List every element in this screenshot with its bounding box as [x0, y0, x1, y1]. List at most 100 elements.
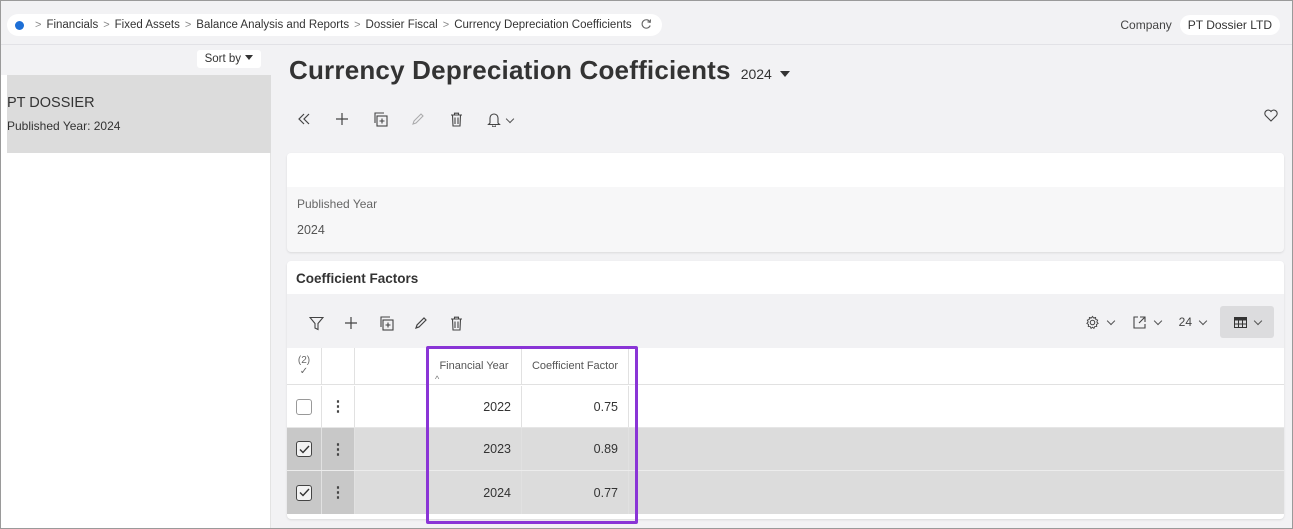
- refresh-icon[interactable]: [640, 18, 652, 33]
- check-icon: [299, 445, 310, 454]
- record-list-panel: Sort by PT DOSSIER Published Year: 2024: [1, 45, 271, 528]
- breadcrumb-fixed-assets[interactable]: Fixed Assets: [115, 19, 180, 31]
- breadcrumb-dossier-fiscal[interactable]: Dossier Fiscal: [366, 19, 438, 31]
- record-toolbar: [289, 107, 515, 131]
- new-button[interactable]: [327, 107, 357, 131]
- coefficient-factor-cell: 0.75: [522, 386, 629, 427]
- table-row[interactable]: ⋮ 2023 0.89: [287, 428, 1284, 471]
- list-item[interactable]: PT DOSSIER Published Year: 2024: [7, 75, 271, 153]
- breadcrumb-financials[interactable]: Financials: [46, 19, 98, 31]
- chevron-down-icon[interactable]: [505, 114, 515, 125]
- row-checkbox[interactable]: [287, 386, 322, 427]
- empty-cell: [629, 386, 1284, 427]
- chevron-down-icon: [1253, 316, 1262, 325]
- breadcrumb-current-page: Currency Depreciation Coefficients: [454, 19, 632, 31]
- plus-icon: [336, 113, 348, 125]
- chevron-right-icon: >: [442, 19, 450, 31]
- filter-button[interactable]: [303, 312, 329, 334]
- row-checkbox[interactable]: [287, 471, 322, 514]
- blank-cell: [355, 471, 427, 514]
- grid-toolbar: 24: [287, 294, 1284, 348]
- app-window: > Financials > Fixed Assets > Balance An…: [0, 0, 1293, 529]
- duplicate-icon: [373, 111, 388, 127]
- favorite-button[interactable]: [1264, 109, 1278, 127]
- year-value: 2024: [740, 66, 772, 82]
- empty-cell: [629, 471, 1284, 514]
- header-card-top: [287, 153, 1284, 187]
- notification-button[interactable]: [479, 107, 509, 131]
- export-icon: [1133, 315, 1146, 329]
- duplicate-icon: [379, 315, 394, 331]
- checkbox-unchecked[interactable]: [296, 398, 312, 415]
- select-all-header[interactable]: (2) ✓: [287, 348, 322, 384]
- section-title: Coefficient Factors: [296, 271, 419, 286]
- export-menu[interactable]: [1132, 315, 1162, 330]
- trash-icon: [450, 316, 462, 331]
- column-header-label: Coefficient Factor: [531, 360, 618, 372]
- empty-cell: [629, 428, 1284, 470]
- row-menu-button[interactable]: ⋮: [322, 471, 355, 514]
- chevron-down-icon: [1153, 316, 1162, 325]
- list-item-subtitle: Published Year: 2024: [7, 119, 121, 133]
- top-bar: > Financials > Fixed Assets > Balance An…: [1, 1, 1292, 45]
- sort-by-button[interactable]: Sort by: [196, 50, 261, 68]
- gear-icon: [1085, 315, 1099, 329]
- duplicate-row-button[interactable]: [373, 312, 399, 334]
- caret-down-icon: [245, 55, 253, 60]
- page-size-select[interactable]: 24: [1178, 315, 1208, 329]
- filter-icon: [308, 316, 324, 330]
- chevron-right-icon: >: [354, 19, 361, 31]
- main-content: Currency Depreciation Coefficients 2024: [271, 45, 1292, 528]
- table-header: (2) ✓ Financial Year ^ Coefficient Facto…: [287, 348, 1284, 385]
- view-mode-select[interactable]: [1220, 306, 1274, 338]
- table-row[interactable]: ⋮ 2024 0.77: [287, 471, 1284, 514]
- checkbox-checked[interactable]: [296, 484, 312, 501]
- year-selector[interactable]: 2024: [741, 66, 790, 82]
- row-menu-button[interactable]: ⋮: [322, 386, 355, 427]
- collapse-panel-button[interactable]: [289, 107, 319, 131]
- double-chevron-left-icon: [298, 113, 310, 125]
- selected-count: (2): [297, 355, 311, 366]
- sort-ascending-icon: ^: [435, 374, 440, 384]
- row-menu-button[interactable]: ⋮: [322, 428, 355, 470]
- edit-button[interactable]: [403, 107, 433, 131]
- settings-menu[interactable]: [1085, 315, 1115, 330]
- duplicate-button[interactable]: [365, 107, 395, 131]
- table-row[interactable]: ⋮ 2022 0.75: [287, 386, 1284, 428]
- column-header-financial-year[interactable]: Financial Year ^: [427, 348, 522, 384]
- page-size-value: 24: [1178, 315, 1192, 329]
- company-selector[interactable]: Company PT Dossier LTD: [1120, 15, 1280, 35]
- add-row-button[interactable]: [338, 312, 364, 334]
- table-view-icon: [1233, 316, 1247, 328]
- coefficient-factor-cell: 0.77: [522, 471, 629, 514]
- coefficient-factors-card: Coefficient Factors 24 (2) ✓ Financial Y…: [287, 261, 1284, 519]
- page-header: Currency Depreciation Coefficients 2024: [289, 55, 790, 86]
- bell-icon: [487, 112, 501, 127]
- caret-down-icon: [779, 71, 790, 77]
- breadcrumb: > Financials > Fixed Assets > Balance An…: [7, 14, 662, 36]
- edit-row-button[interactable]: [408, 312, 434, 334]
- published-year-label: Published Year: [297, 197, 378, 211]
- checkbox-checked[interactable]: [296, 441, 312, 457]
- coefficient-factor-cell: 0.89: [522, 428, 629, 470]
- kebab-icon: ⋮: [330, 398, 346, 415]
- check-icon: [299, 488, 310, 497]
- delete-row-button[interactable]: [443, 312, 469, 334]
- kebab-icon: ⋮: [330, 440, 346, 458]
- delete-button[interactable]: [441, 107, 471, 131]
- home-icon[interactable]: [15, 20, 24, 30]
- page-title: Currency Depreciation Coefficients: [289, 55, 731, 85]
- row-checkbox[interactable]: [287, 428, 322, 470]
- chevron-right-icon: >: [184, 19, 192, 31]
- header-card: Published Year 2024: [287, 153, 1284, 252]
- kebab-icon: ⋮: [330, 484, 346, 501]
- chevron-down-icon: [1106, 316, 1115, 325]
- breadcrumb-balance-analysis[interactable]: Balance Analysis and Reports: [196, 19, 349, 31]
- plus-icon: [345, 317, 357, 329]
- trash-icon: [450, 112, 462, 127]
- empty-column: [629, 348, 1284, 384]
- check-icon: ✓: [299, 366, 309, 377]
- company-value[interactable]: PT Dossier LTD: [1179, 15, 1280, 35]
- column-header-coefficient-factor[interactable]: Coefficient Factor: [522, 348, 629, 384]
- financial-year-cell: 2022: [427, 386, 522, 427]
